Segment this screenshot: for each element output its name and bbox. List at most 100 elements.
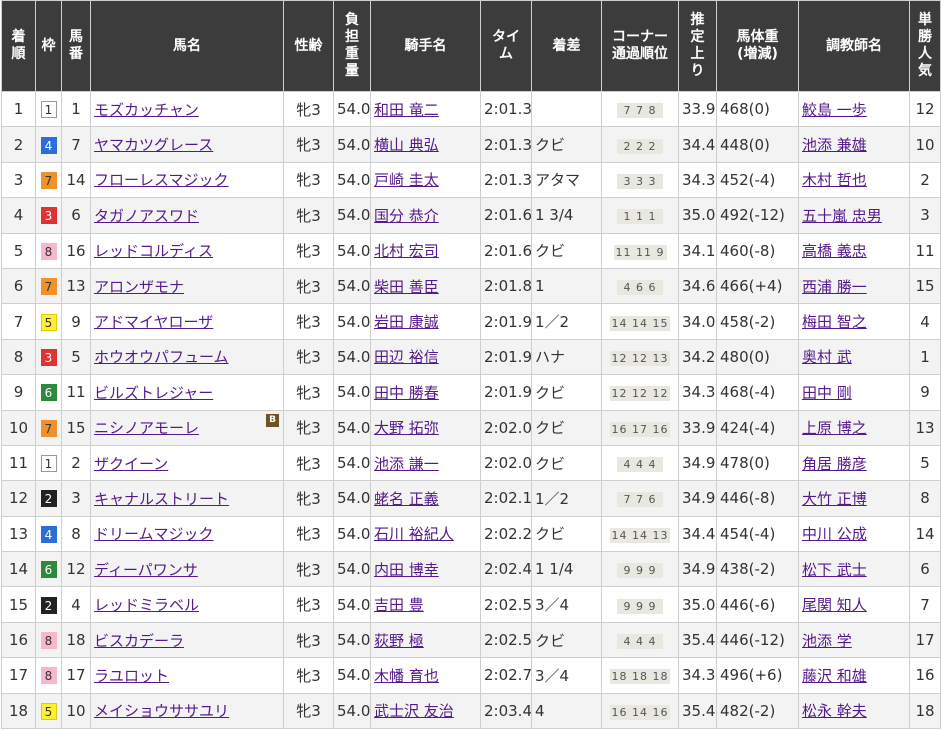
bodyweight-cell: 468(0)	[716, 90, 799, 128]
horse-cell-link[interactable]: アロンザモナ	[94, 278, 184, 296]
header-weight: 負担重量	[333, 0, 371, 92]
rank-cell: 4	[1, 197, 36, 234]
umaban-cell: 18	[61, 621, 91, 659]
horse-cell-link[interactable]: レッドミラベル	[94, 596, 199, 614]
jockey-cell-link[interactable]: 石川 裕紀人	[374, 525, 454, 543]
jockey-cell-link[interactable]: 木幡 育也	[374, 667, 439, 685]
corner-cell: 7 7 6	[601, 480, 679, 517]
sexage-cell: 牝3	[283, 267, 334, 305]
jockey-cell-link[interactable]: 田辺 裕信	[374, 348, 439, 366]
margin-cell: クビ	[531, 621, 602, 659]
jockey-cell-link[interactable]: 横山 典弘	[374, 136, 439, 154]
jockey-cell-link[interactable]: 武士沢 友治	[374, 702, 454, 720]
pop-cell: 12	[909, 90, 941, 128]
jockey-cell-link[interactable]: 国分 恭介	[374, 207, 439, 225]
trainer-cell: 西浦 勝一	[798, 267, 910, 305]
margin-cell: 1	[531, 267, 602, 305]
horse-cell-link[interactable]: ビスカデーラ	[94, 632, 184, 650]
horse-cell: レッドコルディス	[90, 232, 284, 269]
jockey-cell: 池添 謙一	[370, 444, 481, 482]
waku-cell: 5	[35, 303, 62, 340]
horse-cell-link[interactable]: タガノアスワド	[94, 207, 199, 225]
trainer-cell-link[interactable]: 梅田 智之	[802, 313, 867, 331]
results-body: 1 1 1 モズカッチャン 牝3 54.0 和田 竜二 2:01.3 7 7 8 33.9 468(…	[1, 90, 941, 730]
jockey-cell-link[interactable]: 荻野 極	[374, 632, 424, 650]
margin-cell: 1 3/4	[531, 197, 602, 234]
trainer-cell: 五十嵐 忠男	[798, 197, 910, 234]
trainer-cell: 藤沢 和雄	[798, 657, 910, 694]
rank-cell: 11	[1, 444, 36, 482]
trainer-cell-link[interactable]: 松下 武士	[802, 561, 867, 579]
horse-cell-link[interactable]: ヤマカツグレース	[94, 136, 213, 154]
trainer-cell: 梅田 智之	[798, 303, 910, 340]
horse-cell-link[interactable]: ホウオウパフューム	[94, 348, 229, 366]
sexage-cell: 牝3	[283, 586, 334, 623]
margin-cell: ハナ	[531, 338, 602, 376]
trainer-cell-link[interactable]: 池添 学	[802, 632, 852, 650]
jockey-cell-link[interactable]: 内田 博幸	[374, 561, 439, 579]
jockey-cell-link[interactable]: 蛯名 正義	[374, 490, 439, 508]
horse-cell: メイショウササユリ	[90, 692, 284, 730]
corner-cell: 14 14 13	[601, 515, 679, 553]
trainer-cell-link[interactable]: 池添 兼雄	[802, 136, 867, 154]
trainer-cell-link[interactable]: 藤沢 和雄	[802, 667, 867, 685]
corner-cell: 4 4 4	[601, 444, 679, 482]
jockey-cell-link[interactable]: 柴田 善臣	[374, 278, 439, 296]
trainer-cell: 松永 幹夫	[798, 692, 910, 730]
margin-cell: クビ	[531, 409, 602, 446]
jockey-cell-link[interactable]: 戸崎 圭太	[374, 171, 439, 189]
horse-cell-link[interactable]: レッドコルディス	[94, 242, 213, 260]
trainer-cell: 池添 兼雄	[798, 126, 910, 163]
jockey-cell: 国分 恭介	[370, 197, 481, 234]
trainer-cell-link[interactable]: 尾関 知人	[802, 596, 867, 614]
trainer-cell-link[interactable]: 高橋 義忠	[802, 242, 867, 260]
trainer-cell-link[interactable]: 上原 博之	[802, 419, 867, 437]
time-cell: 2:02.5	[480, 586, 532, 623]
umaban-cell: 1	[61, 90, 91, 128]
trainer-cell-link[interactable]: 角居 勝彦	[802, 455, 867, 473]
trainer-cell-link[interactable]: 中川 公成	[802, 525, 867, 543]
horse-cell-link[interactable]: ビルズトレジャー	[94, 384, 213, 402]
corner-cell: 12 12 13	[601, 338, 679, 376]
jockey-cell-link[interactable]: 和田 竜二	[374, 101, 439, 119]
corner-positions: 14 14 15	[609, 315, 671, 331]
horse-cell-link[interactable]: ザクイーン	[94, 455, 168, 473]
waku-cell: 8	[35, 621, 62, 659]
jockey-cell-link[interactable]: 池添 謙一	[374, 455, 439, 473]
table-row: 13 4 8 ドリームマジック 牝3 54.0 石川 裕紀人 2:02.2 クビ 14 14 13…	[1, 515, 941, 553]
trainer-cell-link[interactable]: 田中 剛	[802, 384, 852, 402]
trainer-cell-link[interactable]: 鮫島 一歩	[802, 101, 867, 119]
jockey-cell-link[interactable]: 吉田 豊	[374, 596, 424, 614]
trainer-cell-link[interactable]: 大竹 正博	[802, 490, 867, 508]
horse-cell-link[interactable]: メイショウササユリ	[94, 702, 229, 720]
trainer-cell-link[interactable]: 松永 幹夫	[802, 702, 867, 720]
margin-cell: クビ	[531, 232, 602, 269]
sexage-cell: 牝3	[283, 303, 334, 340]
bodyweight-cell: 446(-6)	[716, 586, 799, 623]
horse-cell-link[interactable]: ラユロット	[94, 667, 169, 685]
trainer-cell-link[interactable]: 五十嵐 忠男	[802, 207, 882, 225]
corner-cell: 2 2 2	[601, 126, 679, 163]
bodyweight-cell: 478(0)	[716, 444, 799, 482]
jockey-cell-link[interactable]: 岩田 康誠	[374, 313, 439, 331]
horse-cell-link[interactable]: ディーパワンサ	[94, 561, 198, 579]
trainer-cell-link[interactable]: 西浦 勝一	[802, 278, 867, 296]
sexage-cell: 牝3	[283, 161, 334, 199]
pop-cell: 5	[909, 444, 941, 482]
waku-badge: 3	[40, 207, 57, 225]
horse-cell-link[interactable]: キャナルストリート	[94, 490, 229, 508]
horse-cell-link[interactable]: モズカッチャン	[94, 101, 199, 119]
trainer-cell-link[interactable]: 木村 哲也	[802, 171, 867, 189]
horse-cell: ザクイーン	[90, 444, 284, 482]
horse-cell-link[interactable]: フローレスマジック	[94, 171, 229, 189]
jockey-cell-link[interactable]: 北村 宏司	[374, 242, 439, 260]
jockey-cell-link[interactable]: 田中 勝春	[374, 384, 439, 402]
trainer-cell-link[interactable]: 奥村 武	[802, 348, 852, 366]
horse-cell-link[interactable]: ドリームマジック	[94, 525, 214, 543]
race-results-table: 着順 枠 馬番 馬名 性齢 負担重量 騎手名 タイム 着差 コーナー通過順位 推…	[1, 0, 941, 730]
jockey-cell-link[interactable]: 大野 拓弥	[374, 419, 439, 437]
horse-cell-link[interactable]: ニシノアモーレ	[94, 419, 199, 437]
trainer-cell: 大竹 正博	[798, 480, 910, 517]
jockey-cell: 荻野 極	[370, 621, 481, 659]
horse-cell-link[interactable]: アドマイヤローザ	[94, 313, 213, 331]
